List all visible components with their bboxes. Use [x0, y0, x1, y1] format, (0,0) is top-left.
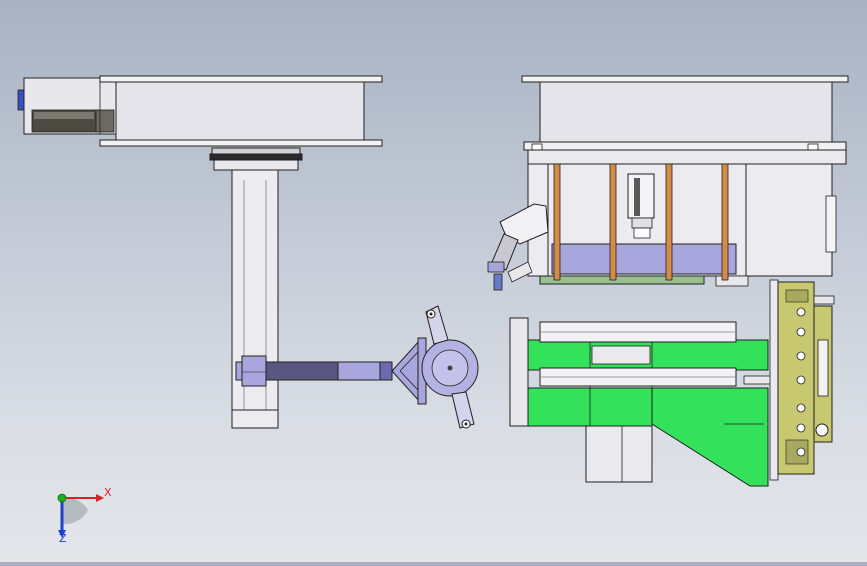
left-assembly[interactable]	[17, 75, 479, 429]
top-housing-right[interactable]	[521, 75, 849, 165]
rotary-gripper-head[interactable]	[391, 305, 479, 429]
x-axis-arrow-icon	[96, 494, 104, 502]
axis-triad: X Z	[57, 486, 112, 545]
servo-motor[interactable]	[17, 77, 117, 135]
bearing-flange[interactable]	[209, 147, 303, 171]
cad-model-canvas[interactable]: X Z	[0, 0, 867, 562]
top-housing-left[interactable]	[99, 75, 383, 147]
z-axis-label: Z	[59, 532, 67, 545]
triad-plane-shading	[62, 497, 88, 525]
right-assembly[interactable]	[487, 75, 849, 487]
horizontal-arm[interactable]	[235, 355, 393, 387]
side-bracket[interactable]	[769, 279, 835, 481]
green-slide-body[interactable]	[509, 317, 773, 487]
frame-body[interactable]	[527, 163, 837, 287]
pneumatic-cylinder[interactable]	[627, 173, 655, 239]
y-axis-dot	[57, 493, 67, 503]
vertical-column[interactable]	[231, 169, 279, 429]
cad-viewport[interactable]: X Z	[0, 0, 867, 562]
x-axis-label: X	[104, 486, 112, 499]
